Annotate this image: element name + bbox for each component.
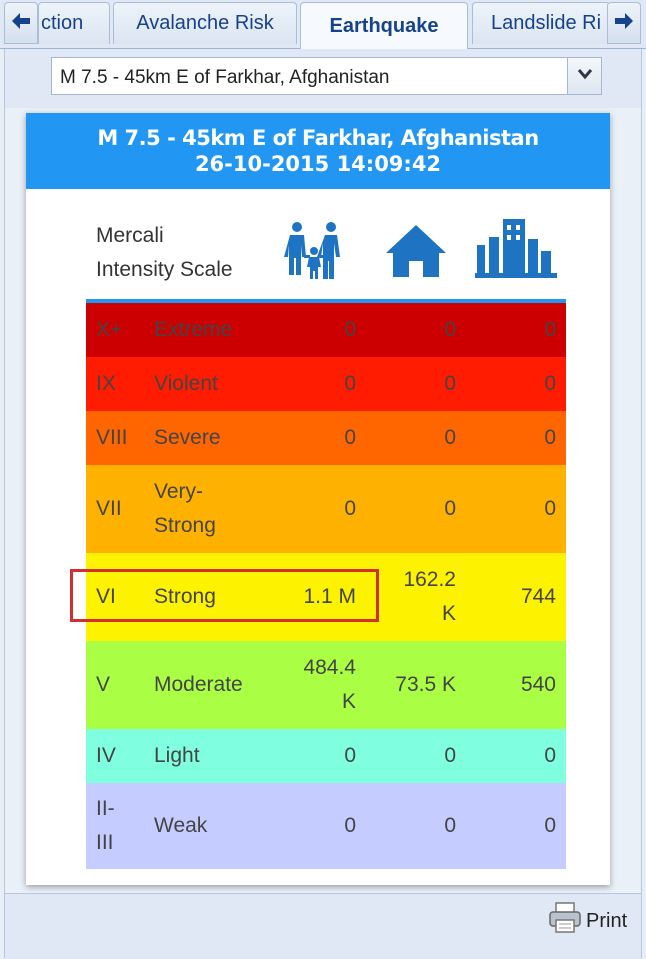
intensity-name: Moderate xyxy=(154,673,243,696)
intensity-row: II- III Weak 0 0 0 xyxy=(86,783,566,869)
intensity-level: II- III xyxy=(96,797,115,854)
intensity-name: Severe xyxy=(154,426,221,449)
houses-affected: 73.5 K xyxy=(395,673,456,696)
people-affected: 0 xyxy=(344,372,356,395)
buildings-affected: 0 xyxy=(544,318,556,341)
buildings-icon xyxy=(475,217,557,284)
people-affected: 0 xyxy=(344,426,356,449)
intensity-name: Violent xyxy=(154,372,218,395)
buildings-affected: 540 xyxy=(520,673,556,696)
scroll-left-button[interactable] xyxy=(4,2,38,44)
event-select-value: M 7.5 - 45km E of Farkhar, Afghanistan xyxy=(60,67,390,88)
printer-icon xyxy=(548,902,582,940)
houses-affected: 0 xyxy=(444,318,456,341)
arrow-right-icon xyxy=(614,10,634,36)
people-affected: 0 xyxy=(344,318,356,341)
intensity-name: Weak xyxy=(154,814,208,837)
intensity-level: VIII xyxy=(96,426,128,449)
event-toolbar: M 7.5 - 45km E of Farkhar, Afghanistan xyxy=(5,49,641,108)
buildings-affected: 0 xyxy=(544,497,556,520)
buildings-affected: 744 xyxy=(520,585,556,608)
houses-affected: 0 xyxy=(444,426,456,449)
intensity-row: IX Violent 0 0 0 xyxy=(86,357,566,411)
intensity-level: IV xyxy=(96,744,116,767)
event-select[interactable]: M 7.5 - 45km E of Farkhar, Afghanistan xyxy=(51,57,602,95)
footer-bar xyxy=(5,893,641,959)
houses-affected: 162.2 K xyxy=(403,568,456,625)
tab-reduction[interactable]: ction xyxy=(38,2,110,44)
people-affected: 0 xyxy=(344,814,356,837)
intensity-name: Very- Strong xyxy=(154,480,216,537)
buildings-affected: 0 xyxy=(544,426,556,449)
tab-avalanche-risk[interactable]: Avalanche Risk xyxy=(113,2,297,44)
card-title: M 7.5 - 45km E of Farkhar, Afghanistan xyxy=(97,126,539,150)
houses-affected: 0 xyxy=(444,372,456,395)
houses-affected: 0 xyxy=(444,814,456,837)
intensity-row: X+ Extreme 0 0 0 xyxy=(86,303,566,357)
intensity-row: IV Light 0 0 0 xyxy=(86,729,566,783)
intensity-name: Extreme xyxy=(154,318,233,341)
houses-affected: 0 xyxy=(444,497,456,520)
buildings-affected: 0 xyxy=(544,744,556,767)
print-label: Print xyxy=(586,909,628,932)
scroll-right-button[interactable] xyxy=(607,2,641,44)
houses-affected: 0 xyxy=(444,744,456,767)
intensity-level: IX xyxy=(96,372,116,395)
intensity-level: VII xyxy=(96,497,122,520)
tab-earthquake[interactable]: Earthquake xyxy=(300,2,468,49)
tab-landslide-risk[interactable]: Landslide Ri xyxy=(472,2,610,44)
people-affected: 484.4 K xyxy=(303,656,356,713)
intensity-name: Light xyxy=(154,744,200,767)
scale-label: Mercali Intensity Scale xyxy=(96,224,233,281)
tab-bar: ction Avalanche Risk Earthquake Landslid… xyxy=(0,0,646,49)
people-icon xyxy=(284,221,346,286)
arrow-left-icon xyxy=(11,10,31,36)
chevron-down-icon xyxy=(577,67,593,85)
intensity-level: X+ xyxy=(96,318,123,341)
house-icon xyxy=(384,223,448,284)
print-button[interactable]: Print xyxy=(548,902,627,940)
people-affected: 0 xyxy=(344,497,356,520)
intensity-row: V Moderate 484.4 K 73.5 K 540 xyxy=(86,641,566,729)
buildings-affected: 0 xyxy=(544,814,556,837)
buildings-affected: 0 xyxy=(544,372,556,395)
intensity-row: VII Very- Strong 0 0 0 xyxy=(86,465,566,553)
people-affected: 0 xyxy=(344,744,356,767)
intensity-level: V xyxy=(96,673,111,696)
intensity-row: VIII Severe 0 0 0 xyxy=(86,411,566,465)
card-datetime: 26-10-2015 14:09:42 xyxy=(194,152,442,176)
highlight-box xyxy=(70,569,379,622)
event-select-trigger[interactable] xyxy=(567,58,601,94)
card-header: M 7.5 - 45km E of Farkhar, Afghanistan 2… xyxy=(26,113,610,189)
